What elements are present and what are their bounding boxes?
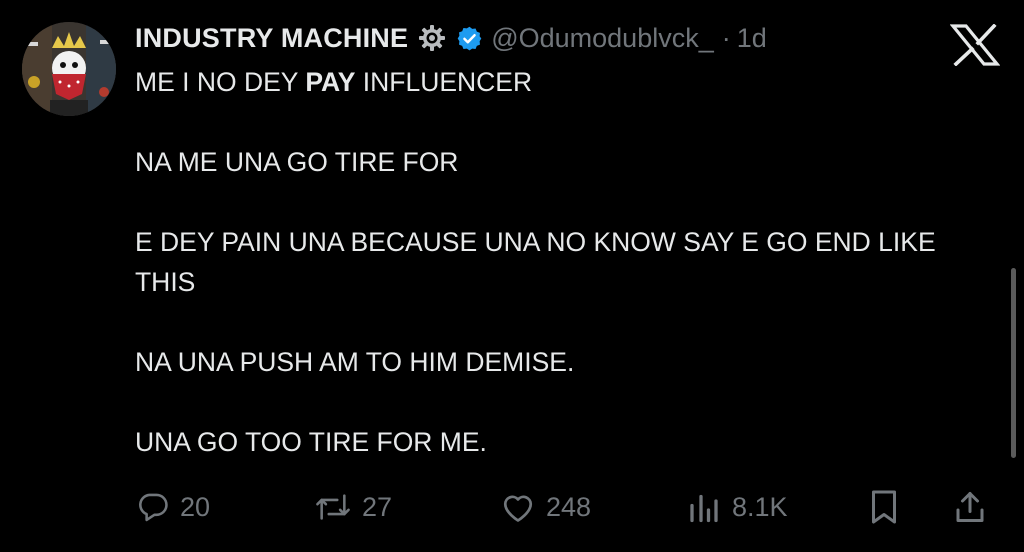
share-button[interactable] (953, 482, 987, 532)
bookmark-icon (872, 490, 896, 524)
separator-dot: · (721, 22, 731, 53)
views-button[interactable]: 8.1K (686, 482, 788, 532)
like-count: 248 (546, 491, 592, 522)
reply-button[interactable]: 20 (136, 482, 210, 532)
repost-button[interactable]: 27 (314, 482, 392, 532)
handle[interactable]: @Odumodublvck_ (491, 23, 714, 54)
tweet-card: INDUSTRY MACHINE @Odumodublvck_ · 1d ME … (0, 0, 1024, 552)
tweet-header: INDUSTRY MACHINE @Odumodublvck_ · 1d (135, 18, 767, 58)
share-icon (956, 492, 984, 522)
reply-icon (139, 493, 168, 522)
tweet-line: UNA GO TOO TIRE FOR ME. (135, 427, 487, 457)
repost-count: 27 (362, 491, 393, 522)
repost-icon (316, 494, 350, 520)
timestamp[interactable]: 1d (737, 23, 767, 54)
scrollbar[interactable] (1011, 268, 1016, 458)
action-bar: 20 27 248 8.1K (0, 482, 1024, 532)
x-logo-icon[interactable] (949, 23, 1001, 67)
tweet-body: ME I NO DEY PAY INFLUENCER NA ME UNA GO … (135, 62, 995, 462)
tweet-line: ME I NO DEY PAY INFLUENCER (135, 67, 533, 97)
reply-count: 20 (180, 491, 211, 522)
bookmark-button[interactable] (867, 482, 901, 532)
gear-icon[interactable] (418, 24, 446, 52)
views-chart-icon (690, 494, 718, 523)
heart-icon (503, 495, 533, 522)
like-button[interactable]: 248 (500, 482, 591, 532)
verified-badge-icon (456, 25, 483, 52)
tweet-line: E DEY PAIN UNA BECAUSE UNA NO KNOW SAY E… (135, 227, 936, 297)
display-name[interactable]: INDUSTRY MACHINE (135, 23, 408, 54)
tweet-line: NA UNA PUSH AM TO HIM DEMISE. (135, 347, 575, 377)
tweet-line: NA ME UNA GO TIRE FOR (135, 147, 459, 177)
avatar[interactable] (22, 22, 116, 116)
views-count: 8.1K (732, 491, 788, 522)
